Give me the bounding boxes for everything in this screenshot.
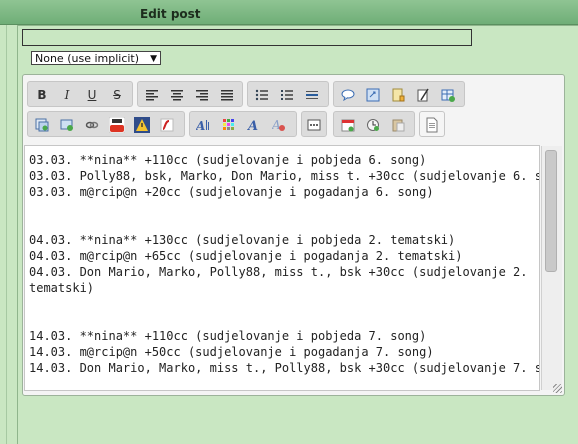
document-icon[interactable]	[422, 115, 442, 135]
post-editor: B I U S A A A 03.03. **nina** +110cc (su…	[22, 74, 565, 396]
content-line	[29, 312, 535, 328]
content-line: 04.03. Don Mario, Marko, Polly88, miss t…	[29, 265, 528, 279]
more-group	[301, 111, 327, 137]
paste-icon[interactable]	[388, 115, 408, 135]
chevron-down-icon: ▼	[150, 54, 157, 64]
content-line: 14.03. **nina** +110cc (sudjelovanje i p…	[29, 329, 427, 343]
remove-format-icon[interactable]: A	[269, 115, 289, 135]
font-group: A A A	[189, 111, 297, 137]
content-line: 03.03. m@rcip@n +20cc (sudjelovanje i po…	[29, 185, 434, 199]
image-icon[interactable]	[32, 115, 52, 135]
toolbar-row-1: B I U S	[27, 81, 559, 107]
insert-group	[333, 81, 465, 107]
link-icon[interactable]	[82, 115, 102, 135]
flash-icon[interactable]	[157, 115, 177, 135]
content-line: 04.03. **nina** +130cc (sudjelovanje i p…	[29, 233, 456, 247]
align-justify-icon[interactable]	[217, 85, 237, 105]
content-line: 14.03. Don Mario, Marko, miss t., Polly8…	[29, 361, 540, 375]
toolbar-row-2: A A A	[27, 111, 559, 137]
resize-grip-icon[interactable]	[553, 384, 562, 393]
italic-button[interactable]: I	[57, 85, 77, 105]
quote-icon[interactable]	[338, 85, 358, 105]
font-face-icon[interactable]: A	[244, 115, 264, 135]
content-line: 04.03. m@rcip@n +65cc (sudjelovanje i po…	[29, 249, 463, 263]
page-title: Edit post	[140, 7, 201, 21]
media-group	[27, 111, 185, 137]
content-line	[29, 296, 535, 312]
calendar-icon[interactable]	[338, 115, 358, 135]
align-right-icon[interactable]	[192, 85, 212, 105]
column-divider	[6, 25, 7, 444]
color-palette-icon[interactable]	[219, 115, 239, 135]
content-line: tematski)	[29, 281, 95, 295]
row-divider	[18, 25, 578, 26]
tools-group	[333, 111, 415, 137]
content-line: 03.03. Polly88, bsk, Marko, Don Mario, m…	[29, 169, 540, 183]
align-group	[137, 81, 243, 107]
svg-text:A: A	[196, 119, 205, 132]
align-left-icon[interactable]	[142, 85, 162, 105]
select-value: None (use implicit)	[35, 52, 140, 65]
source-group	[419, 111, 445, 137]
more-icon[interactable]	[304, 115, 324, 135]
editor-scrollbar[interactable]	[541, 146, 562, 390]
content-line	[29, 216, 535, 232]
editor-content[interactable]: 03.03. **nina** +110cc (sudjelovanje i p…	[24, 145, 540, 391]
bold-button[interactable]: B	[32, 85, 52, 105]
clock-icon[interactable]	[363, 115, 383, 135]
numbered-list-icon[interactable]	[277, 85, 297, 105]
header-bar: Edit post	[0, 0, 578, 25]
left-column	[0, 25, 18, 444]
content-line: 14.03. m@rcip@n +50cc (sudjelovanje i po…	[29, 345, 434, 359]
scroll-thumb[interactable]	[545, 150, 557, 272]
strikethrough-button[interactable]: S	[107, 85, 127, 105]
bullet-list-icon[interactable]	[252, 85, 272, 105]
content-line: 03.03. **nina** +110cc (sudjelovanje i p…	[29, 153, 427, 167]
underline-button[interactable]: U	[82, 85, 102, 105]
attach-image-icon[interactable]	[57, 115, 77, 135]
font-size-icon[interactable]: A	[194, 115, 214, 135]
code-icon[interactable]	[363, 85, 383, 105]
svg-text:A: A	[247, 119, 258, 132]
edit-note-icon[interactable]	[413, 85, 433, 105]
horizontal-rule-icon[interactable]	[302, 85, 322, 105]
warning-icon[interactable]	[132, 115, 152, 135]
add-table-icon[interactable]	[438, 85, 458, 105]
youtube-icon[interactable]	[107, 115, 127, 135]
align-center-icon[interactable]	[167, 85, 187, 105]
subject-input[interactable]	[22, 29, 472, 46]
content-line	[29, 200, 535, 216]
implicit-select[interactable]: None (use implicit) ▼	[31, 51, 161, 65]
svg-text:A: A	[272, 118, 281, 132]
list-group	[247, 81, 329, 107]
spoiler-icon[interactable]	[388, 85, 408, 105]
format-group: B I U S	[27, 81, 133, 107]
